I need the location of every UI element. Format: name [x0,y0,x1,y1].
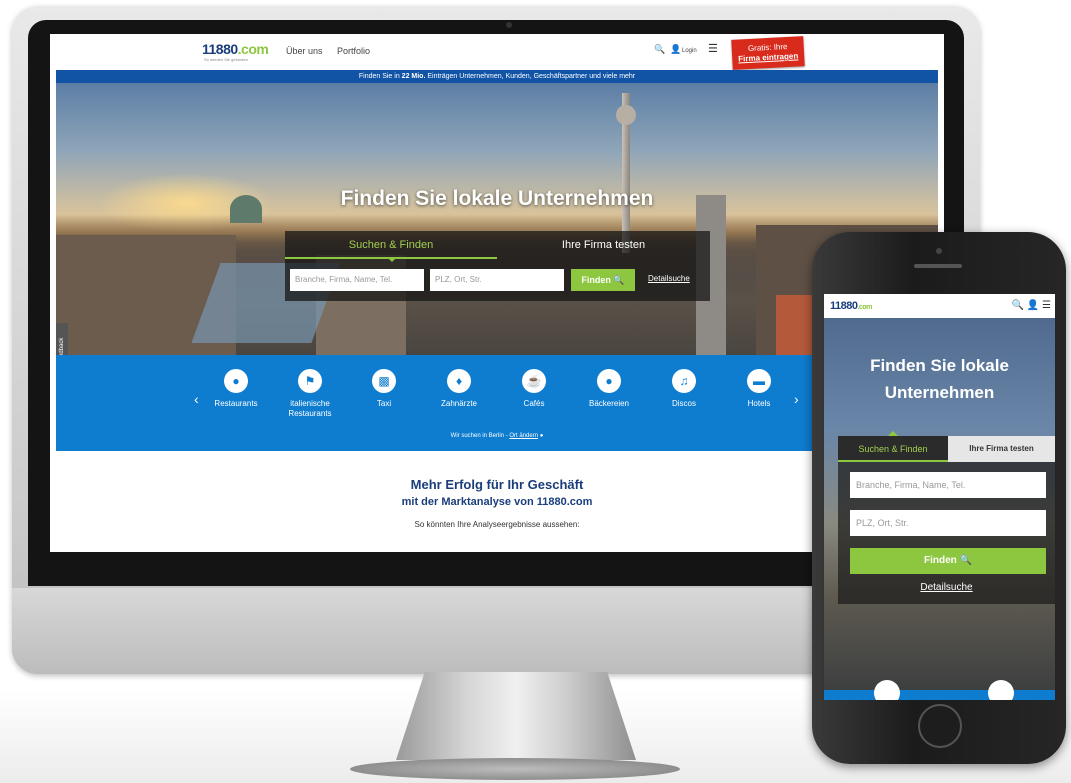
tab-search-find[interactable]: Suchen & Finden [285,231,497,259]
hero-title: Finden Sie lokale Unternehmen [340,187,654,210]
mobile-detail-search-link[interactable]: Detailsuche [838,582,1055,593]
bread-icon: ● [597,369,621,393]
car-icon: ▩ [372,369,396,393]
category-circle-icon[interactable] [988,680,1014,700]
mobile-screen: 11880.com 🔍 👤 ☰ Finden Sie lokale Untern… [824,294,1055,700]
find-button[interactable]: Finden 🔍 [571,269,635,291]
feedback-tab[interactable]: Feedback [56,323,68,355]
promo-subtitle: mit der Marktanalyse von 11880.com [401,496,593,508]
category-bakeries[interactable]: ● Bäckereien [574,369,644,409]
logo-text: 11880 [202,41,238,57]
promo-title: Mehr Erfolg für Ihr Geschäft [410,477,584,492]
desktop-top-nav: 11880.com So werden Sie gefunden Über un… [50,34,944,70]
what-search-input[interactable]: Branche, Firma, Name, Tel. [290,269,424,291]
category-label: Discos [671,399,696,408]
hero-berlin-skyline: Finden Sie lokale Unternehmen Suchen & F… [56,83,938,355]
category-label: Hotels [747,399,771,408]
category-label: Taxi [376,399,392,408]
menu-icon[interactable]: ☰ [1042,300,1051,311]
logo-tagline: So werden Sie gefunden [204,57,248,62]
category-hotels[interactable]: ▬ Hotels [724,369,794,409]
bed-icon: ▬ [747,369,771,393]
user-icon[interactable]: 👤 [1027,300,1039,311]
coffee-icon: ☕ [522,369,546,393]
mobile-tab-search-find[interactable]: Suchen & Finden [838,436,948,462]
mobile-nav-icons: 🔍 👤 ☰ [1012,300,1051,311]
search-icon[interactable]: 🔍 [654,44,665,55]
location-text: Wir suchen in Berlin - [450,433,510,439]
infobar-text-after: Einträgen Unternehmen, Kunden, Geschäfts… [425,73,636,80]
dance-icon: ♫ [672,369,696,393]
imac-stand-base [350,758,680,780]
mobile-hero: Finden Sie lokale Unternehmen Suchen & F… [824,318,1055,690]
category-label: Cafés [523,399,545,408]
phone-speaker [914,264,962,268]
category-restaurants[interactable]: ● Restaurants [201,369,271,409]
search-icon: 🔍 [959,555,972,566]
category-cafes[interactable]: ☕ Cafés [499,369,569,409]
tooth-icon: ♦ [447,369,471,393]
device-mockup-scene: 11880.com So werden Sie gefunden Über un… [0,0,1071,783]
info-bar: Finden Sie in 22 Mio. Einträgen Unterneh… [56,70,938,83]
mobile-hero-title: Finden Sie lokale Unternehmen [870,356,1009,402]
change-location-link[interactable]: Ort ändern [509,433,538,439]
infobar-count: 22 Mio. [401,73,426,80]
mobile-top-nav: 11880.com 🔍 👤 ☰ [824,294,1055,318]
imac-camera [506,22,512,28]
smartphone: 11880.com 🔍 👤 ☰ Finden Sie lokale Untern… [812,232,1066,764]
detail-search-link[interactable]: Detailsuche [648,274,690,283]
category-italian-restaurants[interactable]: ⚑ italienische Restaurants [275,369,345,419]
menu-icon[interactable]: ☰ [708,42,718,55]
category-dentists[interactable]: ♦ Zahnärzte [424,369,494,409]
mobile-logo[interactable]: 11880.com [830,300,872,312]
nav-about-link[interactable]: Über uns [286,46,323,56]
mobile-where-input[interactable]: PLZ, Ort, Str. [850,510,1046,536]
imac-stand [396,672,636,760]
logo-suffix: .com [237,41,269,57]
chevron-left-icon[interactable]: ‹ [194,391,199,407]
category-label: italienische Restaurants [288,399,332,418]
mobile-find-button[interactable]: Finden 🔍 [850,548,1046,574]
category-taxi[interactable]: ▩ Taxi [349,369,419,409]
italy-flag-icon: ⚑ [298,369,322,393]
category-bar: ‹ ● Restaurants ⚑ italienische Restauran… [56,355,938,451]
mobile-tab-test-company[interactable]: Ihre Firma testen [948,436,1055,462]
category-label: Zahnärzte [440,399,478,408]
user-icon[interactable]: 👤 [670,44,681,55]
mobile-what-input[interactable]: Branche, Firma, Name, Tel. [850,472,1046,498]
category-circle-icon[interactable] [874,680,900,700]
chevron-right-icon[interactable]: › [794,391,799,407]
category-discos[interactable]: ♫ Discos [649,369,719,409]
infobar-text-before: Finden Sie in [358,73,402,80]
promo-section: Mehr Erfolg für Ihr Geschäft mit der Mar… [56,451,938,552]
tab-active-indicator [387,257,397,262]
mobile-logo-suffix: .com [857,304,872,311]
mobile-logo-text: 11880 [830,300,858,312]
category-label: Restaurants [214,399,258,408]
find-button-label: Finden [581,275,611,285]
location-line: Wir suchen in Berlin - Ort ändern ● [56,433,938,439]
site-logo[interactable]: 11880.com [202,41,269,57]
mobile-search-panel: Suchen & Finden Ihre Firma testen Branch… [838,431,1055,604]
search-panel: Suchen & Finden Ihre Firma testen Branch… [285,231,710,301]
nav-portfolio-link[interactable]: Portfolio [337,46,370,56]
mobile-category-bar [824,680,1055,700]
plate-icon: ● [224,369,248,393]
phone-home-button [918,704,962,748]
location-pin-icon: ● [539,433,544,439]
search-icon[interactable]: 🔍 [1012,300,1024,311]
promo-text: So könnten Ihre Analyseergebnisse ausseh… [414,520,580,529]
hero-tv-tower-sphere [616,105,636,125]
free-listing-ribbon[interactable]: Gratis: Ihre Firma eintragen [731,36,805,70]
tab-test-company[interactable]: Ihre Firma testen [497,231,710,259]
category-label: Bäckereien [588,399,630,408]
where-search-input[interactable]: PLZ, Ort, Str. [430,269,564,291]
desktop-screen: 11880.com So werden Sie gefunden Über un… [50,34,944,552]
search-icon: 🔍 [613,275,625,285]
phone-camera [936,248,942,254]
mobile-find-label: Finden [923,555,957,566]
mobile-tab-indicator [888,431,898,436]
login-link[interactable]: Login [682,48,697,54]
